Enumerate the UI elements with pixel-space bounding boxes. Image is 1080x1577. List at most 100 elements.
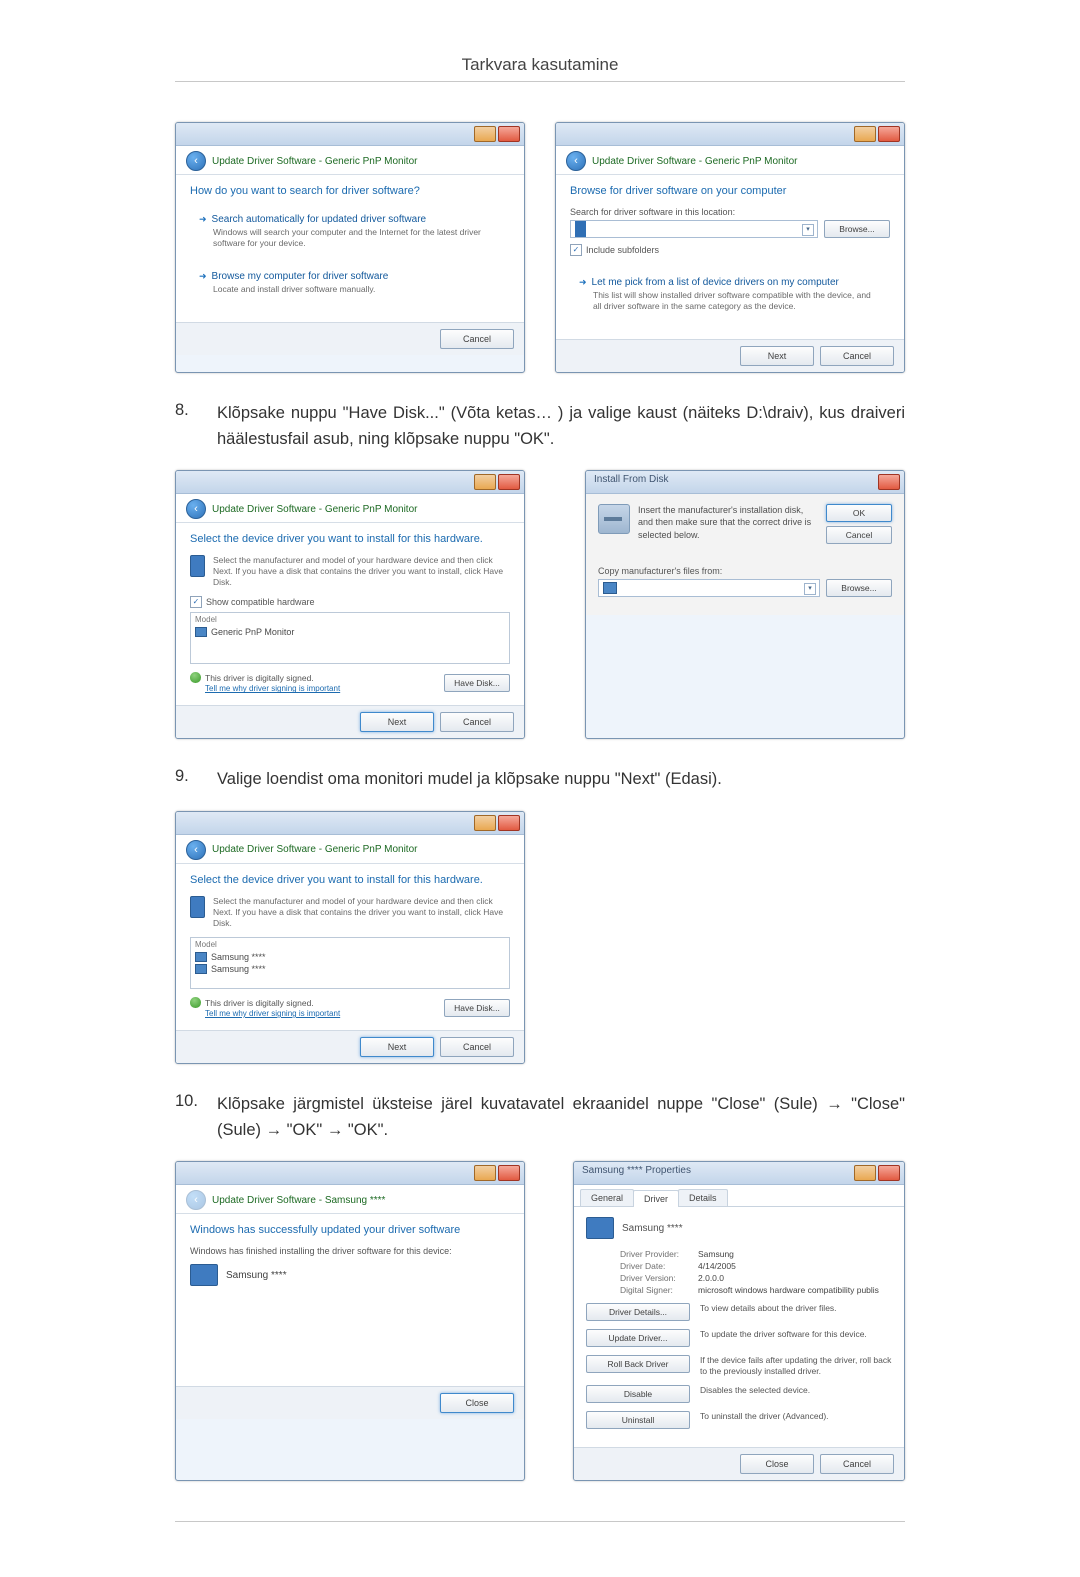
signed-text: This driver is digitally signed. [205,673,314,683]
close-button[interactable]: Close [740,1454,814,1474]
breadcrumb: Update Driver Software - Generic PnP Mon… [212,844,417,855]
rollback-driver-desc: If the device fails after updating the d… [700,1355,892,1377]
cancel-button[interactable]: Cancel [440,329,514,349]
option-auto-search[interactable]: Search automatically for updated driver … [190,207,510,256]
close-button[interactable]: Close [440,1393,514,1413]
titlebar [176,1162,524,1185]
tab-driver[interactable]: Driver [633,1190,679,1207]
dialog-title: Install From Disk [594,474,668,485]
dialog-body: Insert the manufacturer's installation d… [586,494,904,615]
dialog-select-driver-generic: ‹ Update Driver Software - Generic PnP M… [175,470,525,739]
dialog-footer: Next Cancel [176,705,524,738]
chevron-down-icon[interactable]: ▾ [804,583,816,595]
document-page: Tarkvara kasutamine ‹ Update Driver Soft… [0,0,1080,1577]
cancel-button[interactable]: Cancel [820,346,894,366]
list-item[interactable]: Samsung **** [195,951,505,963]
window-close-icon[interactable] [498,815,520,831]
model-name: Generic PnP Monitor [211,627,294,637]
rollback-driver-button[interactable]: Roll Back Driver [586,1355,690,1373]
copy-from-row: ▾ Browse... [598,579,892,597]
back-button-icon[interactable]: ‹ [186,840,206,860]
window-close-icon[interactable] [498,126,520,142]
disable-button[interactable]: Disable [586,1385,690,1403]
step-number: 9. [175,767,217,793]
tab-general[interactable]: General [580,1189,634,1206]
dialog-browse-location: ‹ Update Driver Software - Generic PnP M… [555,122,905,373]
window-help-icon[interactable] [854,1165,876,1181]
signed-text: This driver is digitally signed. [205,998,314,1008]
include-subfolders-checkbox[interactable]: ✓ Include subfolders [570,244,890,256]
cancel-button[interactable]: Cancel [440,1037,514,1057]
back-button-icon[interactable]: ‹ [566,151,586,171]
dialog-body: How do you want to search for driver sof… [176,175,524,322]
window-min-icon[interactable] [474,474,496,490]
path-combobox[interactable]: ▾ [570,220,818,238]
chevron-down-icon[interactable]: ▾ [802,224,814,236]
browse-button[interactable]: Browse... [824,220,890,238]
cancel-button[interactable]: Cancel [826,526,892,544]
floppy-disk-icon [598,504,630,534]
page-title: Tarkvara kasutamine [175,55,905,75]
step-text: Klõpsake järgmistel üksteise järel kuvat… [217,1092,905,1143]
window-close-icon[interactable] [498,474,520,490]
titlebar [176,123,524,146]
path-row: ▾ Browse... [570,220,890,238]
window-min-icon[interactable] [474,1165,496,1181]
have-disk-button[interactable]: Have Disk... [444,999,510,1017]
disable-desc: Disables the selected device. [700,1385,892,1396]
next-button[interactable]: Next [360,712,434,732]
cancel-button[interactable]: Cancel [440,712,514,732]
step-text: Klõpsake nuppu "Have Disk..." (Võta keta… [217,401,905,452]
titlebar [556,123,904,146]
version-key: Driver Version: [620,1273,698,1283]
window-close-icon[interactable] [498,1165,520,1181]
update-driver-button[interactable]: Update Driver... [586,1329,690,1347]
window-close-icon[interactable] [878,1165,900,1181]
ok-button[interactable]: OK [826,504,892,522]
option-browse-computer[interactable]: Browse my computer for driver software L… [190,264,510,302]
option-let-me-pick[interactable]: Let me pick from a list of device driver… [570,270,890,319]
window-close-icon[interactable] [878,126,900,142]
signing-row: This driver is digitally signed. Tell me… [190,997,510,1018]
model-column-header: Model [195,615,505,624]
question-heading: Select the device driver you want to ins… [190,874,510,886]
screenshot-row-4: ‹ Update Driver Software - Samsung **** … [175,1161,905,1481]
checkbox-icon: ✓ [570,244,582,256]
driver-details-button[interactable]: Driver Details... [586,1303,690,1321]
window-min-icon[interactable] [474,815,496,831]
tab-details[interactable]: Details [678,1189,728,1206]
list-item[interactable]: Samsung **** [195,963,505,975]
cancel-button[interactable]: Cancel [820,1454,894,1474]
signing-info-link[interactable]: Tell me why driver signing is important [205,1009,340,1018]
show-compatible-checkbox[interactable]: ✓ Show compatible hardware [190,596,510,608]
dialog-install-from-disk: Install From Disk Insert the manufacture… [585,470,905,739]
list-item[interactable]: Generic PnP Monitor [195,626,505,638]
instruction-text: Insert the manufacturer's installation d… [638,504,818,540]
checkbox-label: Include subfolders [586,245,659,255]
window-min-icon[interactable] [854,126,876,142]
dialog-body: Select the device driver you want to ins… [176,523,524,705]
uninstall-button[interactable]: Uninstall [586,1411,690,1429]
selected-path [575,221,586,237]
back-button-icon[interactable]: ‹ [186,499,206,519]
next-button[interactable]: Next [360,1037,434,1057]
model-name: Samsung **** [211,952,266,962]
header-rule [175,81,905,82]
browse-button[interactable]: Browse... [826,579,892,597]
model-list[interactable]: Model Generic PnP Monitor [190,612,510,664]
model-list[interactable]: Model Samsung **** Samsung **** [190,937,510,989]
search-label: Search for driver software in this locat… [570,207,890,217]
back-button-icon[interactable]: ‹ [186,151,206,171]
wizard-nav: ‹ Update Driver Software - Generic PnP M… [176,835,524,864]
have-disk-button[interactable]: Have Disk... [444,674,510,692]
wizard-nav: ‹ Update Driver Software - Generic PnP M… [556,146,904,175]
window-min-icon[interactable] [474,126,496,142]
step-8: 8. Klõpsake nuppu "Have Disk..." (Võta k… [175,401,905,452]
titlebar [176,471,524,494]
copy-from-combobox[interactable]: ▾ [598,579,820,597]
monitor-icon [195,952,207,962]
next-button[interactable]: Next [740,346,814,366]
breadcrumb: Update Driver Software - Generic PnP Mon… [212,156,417,167]
signing-info-link[interactable]: Tell me why driver signing is important [205,684,340,693]
window-close-icon[interactable] [878,474,900,490]
